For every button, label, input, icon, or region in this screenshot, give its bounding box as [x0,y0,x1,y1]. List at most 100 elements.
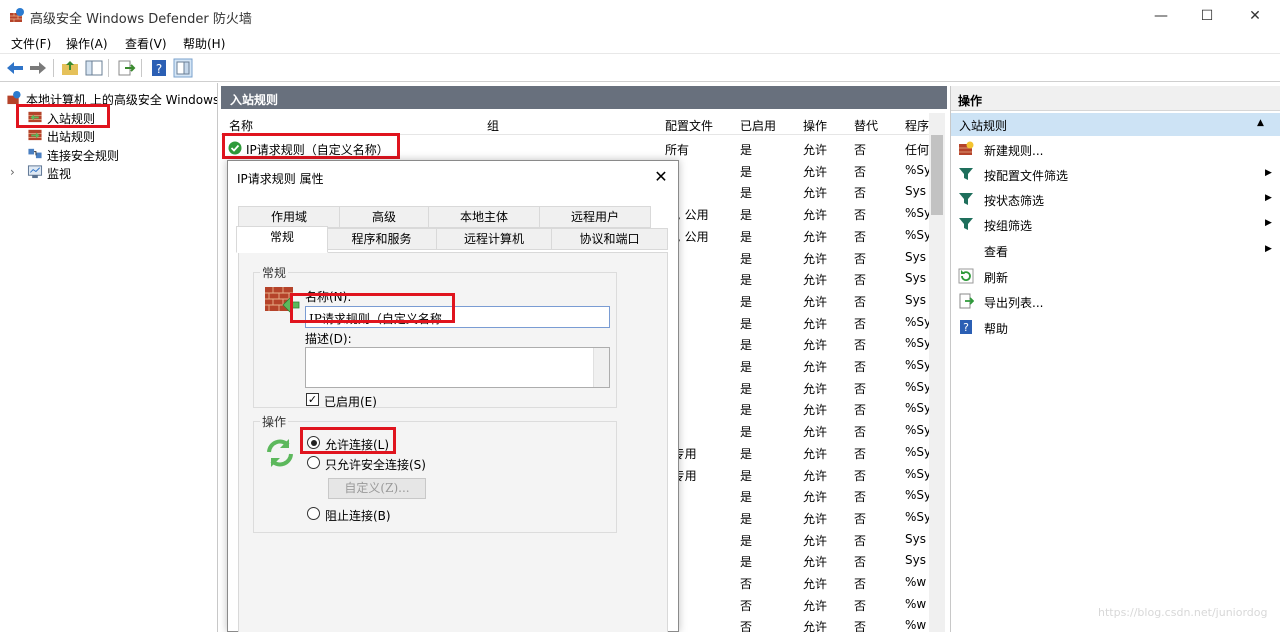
rule-program: Sys [905,553,926,568]
rule-program: %Sy [905,206,932,221]
menu-action[interactable]: 操作(A) [66,35,108,52]
close-window-button[interactable]: ✕ [1232,0,1278,32]
back-icon[interactable] [5,58,25,78]
name-input[interactable]: IP请求规则（自定义名称 [305,306,610,328]
show-hide-tree-icon[interactable] [84,58,104,78]
allow-connection-label[interactable]: 允许连接(L) [325,436,389,453]
rule-action: 允许 [803,598,828,613]
actions-section-inbound[interactable]: 入站规则 ▲ [951,113,1280,136]
allow-secure-radio[interactable] [307,456,320,469]
tab-general[interactable]: 常规 [236,226,328,253]
action-item-label: 帮助 [984,322,1009,336]
tab-remote-computers[interactable]: 远程计算机 [436,228,552,250]
tree-root-label: 本地计算机 上的高级安全 Windows [26,93,218,107]
tree-item-label: 入站规则 [47,112,96,126]
action-item[interactable]: 按配置文件筛选 ▶ [951,163,1280,186]
action-item[interactable]: 新建规则... [951,138,1280,161]
show-action-pane-icon[interactable] [173,58,193,78]
column-name[interactable]: 名称 [229,117,253,134]
general-tab-content: 常规 名称(N): IP请求规则（自定义名称 描述(D): ✓ 已启用(E) 操… [238,252,668,632]
help-icon[interactable]: ? [149,58,169,78]
rule-action: 允许 [803,186,828,201]
table-row[interactable]: 所有 是 允许 否 任何 [221,138,929,160]
rule-action: 允许 [803,208,828,223]
toolbar-separator [53,59,54,77]
allow-arrows-icon [267,439,293,467]
rule-program: %Sy [905,509,932,524]
rule-enabled: 是 [740,294,753,309]
column-group[interactable]: 组 [487,117,499,134]
rule-program: Sys [905,249,926,264]
rule-override: 否 [854,490,867,505]
action-item[interactable]: 按组筛选 ▶ [951,213,1280,236]
rule-override: 否 [854,338,867,353]
up-folder-icon[interactable] [60,58,80,78]
submenu-arrow-icon: ▶ [1265,244,1272,254]
tab-protocols-ports[interactable]: 协议和端口 [551,228,668,250]
rule-properties-dialog: IP请求规则 属性 ✕ 作用域 高级 本地主体 远程用户 程序和服务 远程计算机… [227,160,679,632]
customize-button[interactable]: 自定义(Z)... [328,478,426,499]
action-item[interactable]: ? 帮助 [951,316,1280,339]
column-profile[interactable]: 配置文件 [665,117,713,134]
scrollbar-thumb[interactable] [931,135,943,215]
column-enabled[interactable]: 已启用 [740,117,776,134]
action-item-label: 查看 [984,245,1009,259]
allow-connection-radio[interactable] [307,436,320,449]
expand-monitor-icon[interactable]: › [10,165,15,179]
description-scrollbar[interactable] [593,348,609,387]
rule-action: 允许 [803,164,828,179]
monitor-icon [27,165,43,179]
enabled-label[interactable]: 已启用(E) [324,393,377,410]
submenu-arrow-icon: ▶ [1265,168,1272,178]
column-headers: 名称 组 配置文件 已启用 操作 替代 程序 [221,113,941,135]
column-override[interactable]: 替代 [854,117,878,134]
action-item[interactable]: 导出列表... [951,290,1280,313]
rule-override: 否 [854,620,867,632]
menu-file[interactable]: 文件(F) [11,35,51,52]
tab-remote-users[interactable]: 远程用户 [539,206,651,228]
rule-action: 允许 [803,143,828,157]
column-action[interactable]: 操作 [803,117,827,134]
tab-advanced[interactable]: 高级 [339,206,429,228]
rule-program: %Sy [905,466,932,481]
menu-view[interactable]: 查看(V) [125,35,167,52]
tree-item-label: 连接安全规则 [47,149,120,163]
rule-enabled: 是 [740,316,753,331]
export-list-icon[interactable] [116,58,136,78]
minimize-button[interactable]: — [1138,0,1184,32]
rule-profile: 所有 [665,143,690,157]
maximize-button[interactable]: ☐ [1184,0,1230,32]
center-pane-title: 入站规则 [230,93,279,107]
rule-enabled: 是 [740,186,753,201]
vertical-scrollbar[interactable] [929,113,945,632]
description-input[interactable] [305,347,610,388]
block-connection-radio[interactable] [307,507,320,520]
action-item-label: 按组筛选 [984,219,1033,233]
action-item[interactable]: 刷新 [951,265,1280,288]
collapse-icon[interactable]: ▲ [1257,118,1264,128]
tab-scope[interactable]: 作用域 [238,206,340,228]
tab-local-principals[interactable]: 本地主体 [428,206,540,228]
rule-program: %Sy [905,336,932,351]
rule-override: 否 [854,555,867,570]
toolbar-separator [108,59,109,77]
filter-icon [959,168,973,180]
action-item[interactable]: 按状态筛选 ▶ [951,188,1280,211]
block-connection-label[interactable]: 阻止连接(B) [325,507,391,524]
rule-enabled: 是 [740,229,753,244]
menu-help[interactable]: 帮助(H) [183,35,225,52]
action-item-label: 刷新 [984,271,1009,285]
rule-override: 否 [854,381,867,396]
rule-action: 允许 [803,251,828,266]
column-program[interactable]: 程序 [905,117,929,134]
filter-icon [959,193,973,205]
dialog-close-button[interactable]: ✕ [648,164,674,190]
forward-icon[interactable] [28,58,48,78]
rule-override: 否 [854,446,867,461]
allow-secure-label[interactable]: 只允许安全连接(S) [325,456,426,473]
tab-programs-services[interactable]: 程序和服务 [326,228,437,250]
rule-enabled: 是 [740,381,753,396]
rule-program: %Sy [905,423,932,438]
enabled-checkbox[interactable]: ✓ [306,393,319,406]
action-item[interactable]: 查看 ▶ [951,239,1280,262]
